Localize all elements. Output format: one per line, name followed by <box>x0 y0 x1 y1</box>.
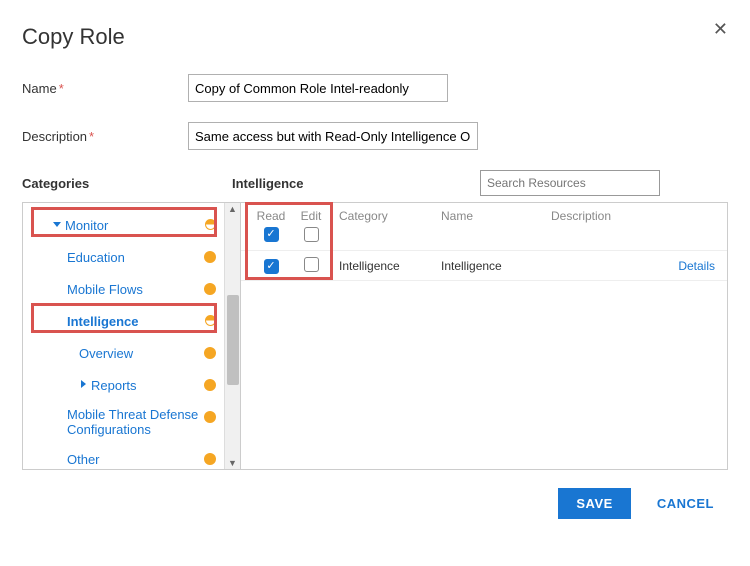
sidebar-item-overview[interactable]: Overview <box>23 337 240 369</box>
status-dot-icon <box>204 379 216 391</box>
sidebar-item-mflows[interactable]: Mobile Flows <box>23 273 240 305</box>
chevron-right-icon[interactable] <box>79 380 89 390</box>
sidebar-item-intel[interactable]: Intelligence <box>23 305 240 337</box>
row-name: Name* <box>22 74 728 102</box>
description-label-text: Description <box>22 129 87 144</box>
table-row: IntelligenceIntelligence Details <box>241 251 727 281</box>
sidebar-item-mtd[interactable]: Mobile Threat Defense Configurations <box>23 401 240 443</box>
row-description: Description* <box>22 122 728 150</box>
required-mark: * <box>59 81 64 96</box>
sidebar-item-label: Overview <box>79 346 133 361</box>
sidebar-item-education[interactable]: Education <box>23 241 240 273</box>
header-read-checkbox[interactable] <box>264 227 279 242</box>
cell-name: Intelligence <box>441 259 551 273</box>
sidebar-item-label: Education <box>67 250 125 265</box>
status-dot-icon <box>205 315 216 326</box>
details-link[interactable]: Details <box>678 259 715 273</box>
grid-body: IntelligenceIntelligence Details <box>241 251 727 281</box>
col-edit-label: Edit <box>301 209 322 223</box>
col-read-label: Read <box>257 209 286 223</box>
status-dot-icon <box>204 411 216 423</box>
name-label: Name* <box>22 81 188 96</box>
col-category-label: Category <box>331 209 441 223</box>
scrollbar[interactable]: ▲ ▼ <box>224 203 240 469</box>
sidebar-item-other[interactable]: Other <box>23 443 240 469</box>
scroll-track[interactable] <box>225 215 240 457</box>
status-dot-icon <box>205 219 216 230</box>
copy-role-dialog: Copy Role ✕ Name* Description* Categorie… <box>0 0 750 535</box>
scroll-up-icon[interactable]: ▲ <box>228 203 237 215</box>
save-button[interactable]: SAVE <box>558 488 630 519</box>
sidebar-item-label: Reports <box>91 378 137 393</box>
content-area: Monitor Education Mobile Flows Intelligence… <box>22 202 728 470</box>
col-description-label: Description <box>551 209 727 223</box>
sidebar-item-label: Intelligence <box>67 314 139 329</box>
status-dot-icon <box>204 283 216 295</box>
sidebar-item-label: Other <box>67 452 100 467</box>
name-input[interactable] <box>188 74 448 102</box>
col-edit: Edit <box>291 209 331 242</box>
permissions-pane: Read Edit Category Name Description .gri… <box>241 203 727 469</box>
categories-list: Monitor Education Mobile Flows Intelligence… <box>23 203 240 469</box>
scroll-thumb[interactable] <box>227 295 239 385</box>
sidebar-item-label: Monitor <box>65 218 108 233</box>
sidebar-item-monitor[interactable]: Monitor <box>23 209 240 241</box>
sidebar-item-label: Mobile Flows <box>67 282 143 297</box>
edit-checkbox[interactable] <box>304 257 319 272</box>
dialog-footer: SAVE CANCEL <box>22 488 728 519</box>
col-read: Read <box>251 209 291 242</box>
required-mark: * <box>89 129 94 144</box>
cell-category: Intelligence <box>331 259 441 273</box>
scroll-down-icon[interactable]: ▼ <box>228 457 237 469</box>
selected-section-label: Intelligence <box>232 176 480 191</box>
name-label-text: Name <box>22 81 57 96</box>
status-dot-icon <box>204 453 216 465</box>
sidebar-item-label: Mobile Threat Defense Configurations <box>67 407 207 437</box>
status-dot-icon <box>204 347 216 359</box>
section-header: Categories Intelligence <box>22 170 728 196</box>
chevron-down-icon[interactable] <box>53 220 63 230</box>
header-edit-checkbox[interactable] <box>304 227 319 242</box>
description-label: Description* <box>22 129 188 144</box>
search-input[interactable] <box>480 170 660 196</box>
read-checkbox[interactable] <box>264 259 279 274</box>
categories-section-label: Categories <box>22 176 232 191</box>
close-icon[interactable]: ✕ <box>713 20 728 38</box>
description-input[interactable] <box>188 122 478 150</box>
grid-header: Read Edit Category Name Description <box>241 203 727 251</box>
cancel-button[interactable]: CANCEL <box>651 495 720 512</box>
col-name-label: Name <box>441 209 551 223</box>
status-dot-icon <box>204 251 216 263</box>
categories-pane: Monitor Education Mobile Flows Intelligence… <box>23 203 241 469</box>
sidebar-item-reports[interactable]: Reports <box>23 369 240 401</box>
dialog-title: Copy Role <box>22 24 728 50</box>
